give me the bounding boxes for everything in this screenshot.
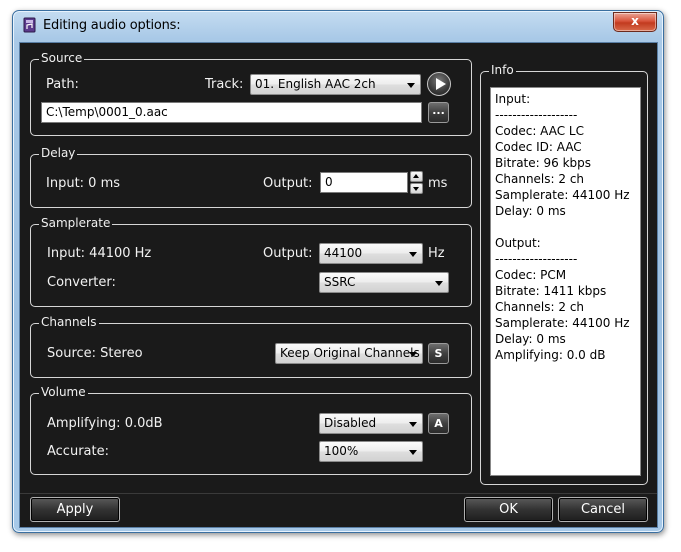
track-select[interactable]: 01. English AAC 2ch bbox=[250, 74, 421, 95]
info-line: Channels: 2 ch bbox=[495, 300, 585, 314]
samplerate-unit-label: Hz bbox=[428, 246, 445, 261]
channels-mode-select[interactable]: Keep Original Channels bbox=[275, 343, 423, 364]
accurate-label: Accurate: bbox=[47, 444, 109, 459]
accurate-select[interactable]: 100% bbox=[319, 441, 423, 462]
info-line: Amplifying: 0.0 dB bbox=[495, 348, 606, 362]
delay-spinner[interactable] bbox=[410, 171, 423, 194]
info-line: ------------------- bbox=[495, 108, 578, 122]
spin-down-icon[interactable] bbox=[410, 183, 423, 194]
delay-output-label: Output: bbox=[263, 176, 313, 191]
channels-s-button[interactable]: S bbox=[428, 343, 449, 364]
chevron-down-icon bbox=[409, 252, 417, 257]
play-button[interactable] bbox=[427, 72, 451, 96]
volume-legend: Volume bbox=[39, 385, 88, 400]
delay-legend: Delay bbox=[39, 146, 78, 161]
info-line: Codec: AAC LC bbox=[495, 124, 584, 138]
channels-mode-value: Keep Original Channels bbox=[280, 346, 420, 360]
delay-input-label: Input: 0 ms bbox=[46, 176, 121, 191]
channels-source-label: Source: Stereo bbox=[47, 346, 143, 361]
source-legend: Source bbox=[39, 51, 85, 66]
window-title: Editing audio options: bbox=[43, 18, 181, 33]
cancel-button[interactable]: Cancel bbox=[558, 497, 648, 522]
samplerate-legend: Samplerate bbox=[39, 216, 113, 231]
apply-button[interactable]: Apply bbox=[30, 497, 120, 522]
source-group: Source Path: Track: 01. English AAC 2ch … bbox=[30, 51, 472, 136]
browse-button[interactable]: ... bbox=[428, 102, 449, 123]
path-label: Path: bbox=[46, 77, 79, 92]
channels-legend: Channels bbox=[39, 315, 99, 330]
info-line: Delay: 0 ms bbox=[495, 332, 566, 346]
info-line: Output: bbox=[495, 236, 541, 250]
track-select-value: 01. English AAC 2ch bbox=[255, 77, 376, 91]
play-icon bbox=[436, 78, 446, 90]
info-legend: Info bbox=[489, 63, 516, 78]
dialog-client-area: Source Path: Track: 01. English AAC 2ch … bbox=[19, 42, 658, 528]
info-line: Bitrate: 1411 kbps bbox=[495, 284, 607, 298]
channels-group: Channels Source: Stereo Keep Original Ch… bbox=[30, 315, 472, 378]
info-line: Samplerate: 44100 Hz bbox=[495, 316, 630, 330]
info-line: Codec: PCM bbox=[495, 268, 567, 282]
amplifying-select[interactable]: Disabled bbox=[319, 413, 423, 434]
converter-label: Converter: bbox=[47, 275, 116, 290]
chevron-down-icon bbox=[409, 450, 417, 455]
samplerate-output-label: Output: bbox=[263, 246, 313, 261]
info-line: Bitrate: 96 kbps bbox=[495, 156, 592, 170]
volume-group: Volume Amplifying: 0.0dB Disabled A Accu… bbox=[30, 385, 472, 475]
volume-a-button[interactable]: A bbox=[428, 413, 449, 434]
samplerate-output-value: 44100 bbox=[324, 246, 363, 260]
converter-value: SSRC bbox=[324, 275, 356, 289]
track-label: Track: bbox=[205, 77, 244, 92]
chevron-down-icon bbox=[409, 352, 417, 357]
info-line: Input: bbox=[495, 92, 531, 106]
info-line: Channels: 2 ch bbox=[495, 172, 585, 186]
info-line: Samplerate: 44100 Hz bbox=[495, 188, 630, 202]
samplerate-input-label: Input: 44100 Hz bbox=[47, 246, 152, 261]
footer-divider bbox=[20, 493, 657, 494]
delay-unit-label: ms bbox=[428, 176, 448, 191]
path-input[interactable]: C:\Temp\0001_0.aac bbox=[41, 102, 422, 123]
samplerate-group: Samplerate Input: 44100 Hz Output: 44100… bbox=[30, 216, 472, 307]
info-line: ------------------- bbox=[495, 252, 578, 266]
chevron-down-icon bbox=[407, 83, 415, 88]
chevron-down-icon bbox=[409, 422, 417, 427]
ok-button[interactable]: OK bbox=[464, 497, 553, 522]
spin-up-icon[interactable] bbox=[410, 171, 423, 182]
amplifying-label: Amplifying: 0.0dB bbox=[47, 416, 163, 431]
converter-select[interactable]: SSRC bbox=[319, 272, 449, 293]
info-line: Codec ID: AAC bbox=[495, 140, 582, 154]
samplerate-output-select[interactable]: 44100 bbox=[319, 243, 423, 264]
chevron-down-icon bbox=[435, 281, 443, 286]
accurate-value: 100% bbox=[324, 444, 359, 458]
dialog-window: Editing audio options: x Source Path: Tr… bbox=[12, 10, 664, 533]
close-icon: x bbox=[631, 14, 639, 28]
audio-document-icon bbox=[23, 17, 36, 33]
delay-group: Delay Input: 0 ms Output: 0 ms bbox=[30, 146, 472, 208]
amplifying-value: Disabled bbox=[324, 416, 377, 430]
info-text-panel: Input: ------------------- Codec: AAC LC… bbox=[490, 87, 641, 476]
info-line: Delay: 0 ms bbox=[495, 204, 566, 218]
delay-output-input[interactable]: 0 bbox=[320, 172, 408, 193]
close-button[interactable]: x bbox=[613, 12, 657, 32]
